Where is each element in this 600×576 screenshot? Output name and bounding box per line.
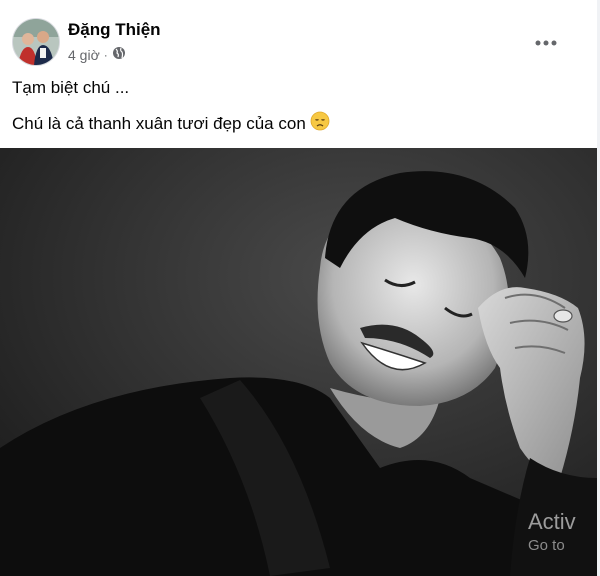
watermark-line-1: Activ: [528, 509, 576, 534]
avatar-image: [13, 19, 59, 65]
post-photo[interactable]: [0, 148, 597, 576]
meta-separator: ·: [103, 47, 108, 62]
author-avatar[interactable]: [12, 18, 60, 66]
globe-icon: [112, 46, 126, 63]
post-card: Đặng Thiện 4 giờ · Tạm biệt chú ... Chú …: [0, 0, 597, 576]
post-text-line-2: Chú là cả thanh xuân tươi đẹp của con: [12, 111, 330, 136]
disappointed-face-emoji: [310, 111, 330, 136]
post-time[interactable]: 4 giờ: [68, 47, 100, 63]
author-name[interactable]: Đặng Thiện: [68, 20, 161, 40]
more-options-icon: [535, 33, 557, 51]
portrait-photo: [0, 148, 597, 576]
more-options-button[interactable]: [528, 24, 564, 60]
post-text-line-1: Tạm biệt chú ...: [12, 78, 130, 97]
post-header: Đặng Thiện 4 giờ ·: [12, 14, 582, 70]
watermark-line-2: Go to: [528, 537, 565, 555]
post-meta: 4 giờ ·: [68, 46, 126, 63]
post-text-line-2-label: Chú là cả thanh xuân tươi đẹp của con: [12, 113, 306, 133]
activation-watermark: Activ Go to: [528, 509, 576, 555]
